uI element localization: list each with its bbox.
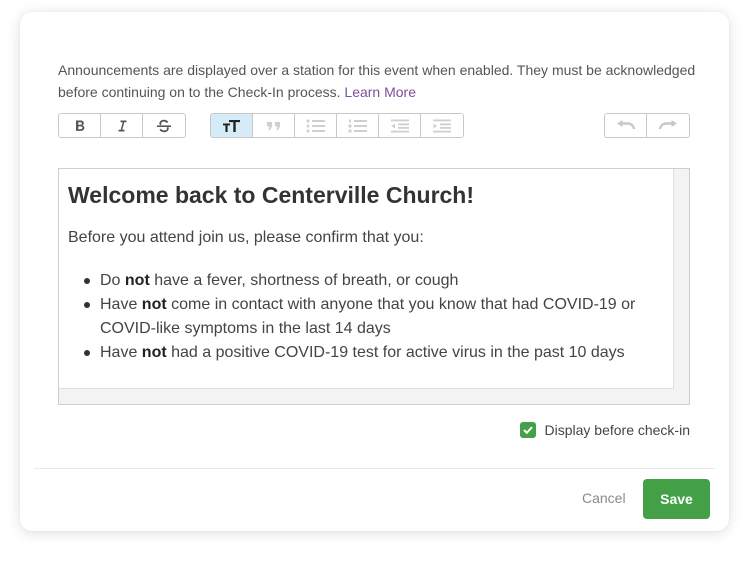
undo-icon xyxy=(616,119,636,132)
quote-icon xyxy=(266,120,282,132)
editor-content[interactable]: Welcome back to Centerville Church! Befo… xyxy=(59,169,674,389)
learn-more-link[interactable]: Learn More xyxy=(344,84,416,100)
history-group xyxy=(604,113,690,138)
indent-button[interactable] xyxy=(421,114,463,137)
requirements-list: Do not have a fever, shortness of breath… xyxy=(68,269,664,365)
list-item: Have not had a positive COVID-19 test fo… xyxy=(80,341,664,365)
rich-text-editor[interactable]: Welcome back to Centerville Church! Befo… xyxy=(58,168,690,405)
help-text: Announcements are displayed over a stati… xyxy=(58,59,698,103)
footer-divider xyxy=(34,468,715,469)
cancel-button[interactable]: Cancel xyxy=(582,490,626,506)
italic-button[interactable] xyxy=(101,114,143,137)
outdent-button[interactable] xyxy=(379,114,421,137)
redo-button[interactable] xyxy=(647,114,689,137)
numbered-list-button[interactable] xyxy=(337,114,379,137)
checkmark-icon xyxy=(523,426,534,434)
inline-format-group xyxy=(58,113,186,138)
display-checkbox[interactable] xyxy=(520,422,537,438)
strikethrough-icon xyxy=(156,119,172,133)
redo-icon xyxy=(658,119,678,132)
bold-icon xyxy=(73,119,87,133)
outdent-icon xyxy=(390,119,410,133)
save-button[interactable]: Save xyxy=(643,479,710,519)
display-before-checkin-toggle[interactable]: Display before check-in xyxy=(520,421,690,439)
bullet-list-icon xyxy=(306,119,326,133)
history-toolbar xyxy=(604,113,690,138)
list-item: Have not come in contact with anyone tha… xyxy=(80,293,664,341)
bold-button[interactable] xyxy=(59,114,101,137)
block-format-group xyxy=(210,113,464,138)
undo-button[interactable] xyxy=(605,114,647,137)
bullet-list-button[interactable] xyxy=(295,114,337,137)
indent-icon xyxy=(432,119,452,133)
announcement-intro: Before you attend join us, please confir… xyxy=(68,229,424,246)
block-format-toolbar xyxy=(210,113,464,138)
strikethrough-button[interactable] xyxy=(143,114,185,137)
heading-button[interactable] xyxy=(211,114,253,137)
display-checkbox-label: Display before check-in xyxy=(544,422,690,438)
heading-icon xyxy=(222,119,242,133)
list-item: Do not have a fever, shortness of breath… xyxy=(80,269,664,293)
numbered-list-icon xyxy=(348,119,368,133)
announcement-heading: Welcome back to Centerville Church! xyxy=(68,182,475,208)
text-format-toolbar xyxy=(58,113,186,138)
italic-icon xyxy=(115,119,129,133)
quote-button[interactable] xyxy=(253,114,295,137)
announcement-modal: Announcements are displayed over a stati… xyxy=(20,12,729,531)
